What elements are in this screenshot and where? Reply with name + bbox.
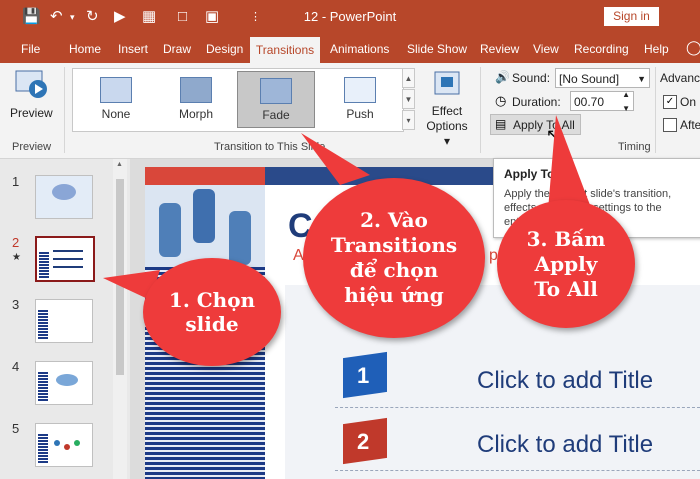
callout-step-1: 1. Chọn slide: [143, 258, 281, 366]
callout-step-3: 3. Bấm Apply To All: [497, 200, 635, 328]
callout-arrow-2: [301, 133, 370, 185]
callout-step-2: 2. Vào Transitions để chọn hiệu ứng: [303, 178, 485, 338]
callout-arrow-3: [548, 115, 590, 210]
